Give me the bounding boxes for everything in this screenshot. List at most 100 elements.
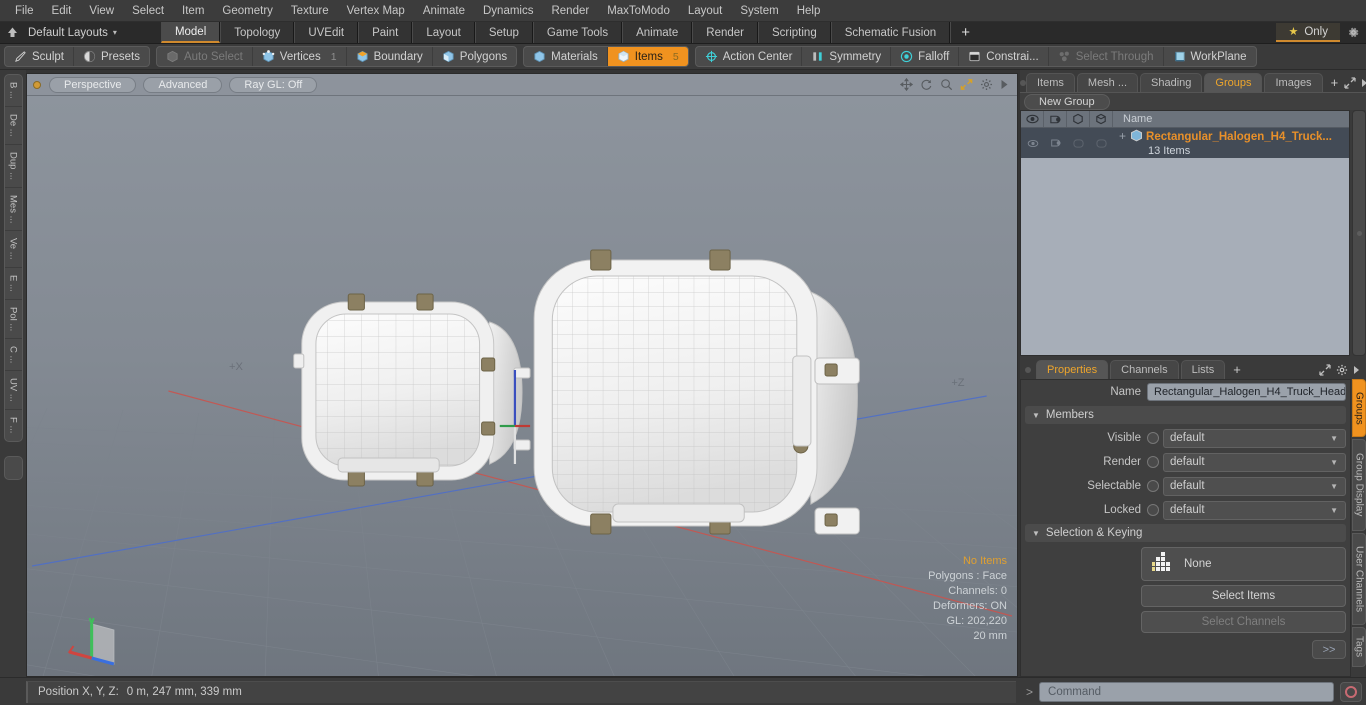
visible-dropdown[interactable]: default ▼ (1163, 428, 1346, 448)
tab-scripting[interactable]: Scripting (757, 22, 831, 43)
symmetry-button[interactable]: Symmetry (802, 47, 892, 66)
menu-item-help[interactable]: Help (788, 3, 830, 19)
selection-keying-section-header[interactable]: ▼ Selection & Keying (1025, 524, 1346, 542)
viewport-gear-icon[interactable] (980, 78, 993, 91)
rotate-icon[interactable] (920, 78, 933, 91)
select-outline-icon[interactable] (1090, 111, 1113, 127)
menu-item-texture[interactable]: Texture (282, 3, 338, 19)
items-button[interactable]: Items 5 (607, 47, 688, 66)
home-icon[interactable] (0, 22, 24, 43)
more-options-button[interactable]: >> (1312, 640, 1346, 659)
members-section-header[interactable]: ▼ Members (1025, 406, 1346, 424)
side-tab-user-channels[interactable]: User Channels (1352, 533, 1366, 625)
left-tab-curve[interactable]: C ... (4, 339, 22, 372)
left-tab-vertex[interactable]: Ve ... (4, 231, 22, 268)
selection-set-field[interactable]: None (1141, 547, 1346, 581)
add-properties-tab-button[interactable]: + (1227, 360, 1247, 379)
zoom-icon[interactable] (940, 78, 953, 91)
viewport-raygl-button[interactable]: Ray GL: Off (229, 76, 318, 93)
select-items-button[interactable]: Select Items (1141, 585, 1346, 607)
left-tab-mesh[interactable]: Mes ... (4, 188, 22, 232)
menu-item-vertex-map[interactable]: Vertex Map (338, 3, 414, 19)
new-group-button[interactable]: New Group (1024, 93, 1110, 110)
command-input[interactable]: Command (1039, 681, 1334, 702)
render-icon[interactable] (1044, 111, 1067, 127)
sculpt-button[interactable]: Sculpt (5, 47, 74, 66)
left-tab-duplicate[interactable]: Dup ... (4, 145, 22, 188)
left-strip-extra-box[interactable] (3, 455, 23, 480)
tab-setup[interactable]: Setup (474, 22, 533, 43)
view-indicator-dot[interactable] (33, 80, 41, 89)
menu-item-edit[interactable]: Edit (43, 3, 81, 19)
auto-select-button[interactable]: Auto Select (157, 47, 253, 66)
tab-render[interactable]: Render (692, 22, 758, 43)
viewport-advanced-button[interactable]: Advanced (143, 76, 223, 93)
default-layouts-dropdown[interactable]: Default Layouts ▾ (24, 22, 127, 43)
name-input[interactable]: Rectangular_Halogen_H4_Truck_Head (1147, 383, 1346, 401)
left-tab-fusion[interactable]: F ... (5, 410, 22, 440)
tab-channels[interactable]: Channels (1110, 360, 1179, 379)
row-select-toggle[interactable] (1090, 128, 1113, 158)
left-tab-basic[interactable]: B ... (4, 75, 22, 107)
tab-schematic-fusion[interactable]: Schematic Fusion (830, 22, 951, 43)
constraint-button[interactable]: Constrai... (959, 47, 1049, 66)
left-tab-deform[interactable]: De ... (4, 107, 22, 145)
pan-icon[interactable] (900, 78, 913, 91)
vertices-button[interactable]: Vertices 1 (253, 47, 347, 66)
select-through-button[interactable]: Select Through (1049, 47, 1164, 66)
visible-indicator-icon[interactable] (1147, 432, 1159, 444)
menu-item-animate[interactable]: Animate (414, 3, 474, 19)
tab-shading[interactable]: Shading (1140, 73, 1203, 92)
locked-indicator-icon[interactable] (1147, 504, 1159, 516)
locked-dropdown[interactable]: default ▼ (1163, 500, 1346, 520)
tab-layout[interactable]: Layout (412, 22, 475, 43)
menu-item-select[interactable]: Select (123, 3, 173, 19)
tab-game-tools[interactable]: Game Tools (532, 22, 623, 43)
row-render-toggle[interactable] (1044, 128, 1067, 158)
menu-item-file[interactable]: File (6, 3, 43, 19)
action-center-button[interactable]: Action Center (696, 47, 803, 66)
select-channels-button[interactable]: Select Channels (1141, 611, 1346, 633)
render-indicator-icon[interactable] (1147, 456, 1159, 468)
viewport-perspective-button[interactable]: Perspective (49, 76, 137, 93)
materials-button[interactable]: Materials (524, 47, 608, 66)
menu-item-item[interactable]: Item (173, 3, 213, 19)
lock-outline-icon[interactable] (1067, 111, 1090, 127)
tab-mesh[interactable]: Mesh ... (1076, 73, 1139, 92)
eye-icon[interactable] (1021, 111, 1044, 127)
tab-items[interactable]: Items (1026, 73, 1075, 92)
menu-item-render[interactable]: Render (542, 3, 598, 19)
tab-animate[interactable]: Animate (622, 22, 693, 43)
row-expander[interactable]: + (1119, 129, 1126, 143)
menu-item-maxtomodo[interactable]: MaxToModo (598, 3, 679, 19)
left-tab-polygon[interactable]: Pol ... (4, 300, 22, 339)
menu-item-layout[interactable]: Layout (679, 3, 732, 19)
left-tab-edge[interactable]: E ... (4, 268, 22, 300)
selectable-indicator-icon[interactable] (1147, 480, 1159, 492)
left-tab-uv[interactable]: UV ... (4, 371, 22, 411)
side-tab-group-display[interactable]: Group Display (1352, 439, 1366, 531)
groups-list-scrollbar[interactable] (1352, 110, 1366, 356)
boundary-button[interactable]: Boundary (347, 47, 433, 66)
expand-icon[interactable] (1319, 363, 1331, 376)
fit-icon[interactable] (960, 78, 973, 91)
tab-uvedit[interactable]: UVEdit (294, 22, 359, 43)
tab-model[interactable]: Model (160, 22, 221, 43)
add-panel-tab-button[interactable]: + (1325, 73, 1345, 92)
row-name-cell[interactable]: + Rectangular_Halogen_H4_Truck... 13 Ite… (1113, 128, 1349, 158)
falloff-button[interactable]: Falloff (891, 47, 960, 66)
row-eye-toggle[interactable] (1021, 128, 1044, 158)
properties-panel-knob-icon[interactable] (1020, 360, 1036, 379)
tab-properties[interactable]: Properties (1036, 360, 1109, 379)
tab-groups[interactable]: Groups (1204, 73, 1263, 92)
menu-item-view[interactable]: View (80, 3, 123, 19)
menu-item-system[interactable]: System (731, 3, 787, 19)
gear-icon[interactable] (1340, 22, 1366, 43)
arrow-right-icon[interactable] (1361, 78, 1366, 88)
expand-icon[interactable] (1344, 76, 1356, 89)
side-tab-tags[interactable]: Tags (1352, 627, 1366, 667)
gear-icon[interactable] (1336, 364, 1348, 376)
menu-item-dynamics[interactable]: Dynamics (474, 3, 542, 19)
tab-paint[interactable]: Paint (358, 22, 413, 43)
workplane-button[interactable]: WorkPlane (1164, 47, 1256, 66)
